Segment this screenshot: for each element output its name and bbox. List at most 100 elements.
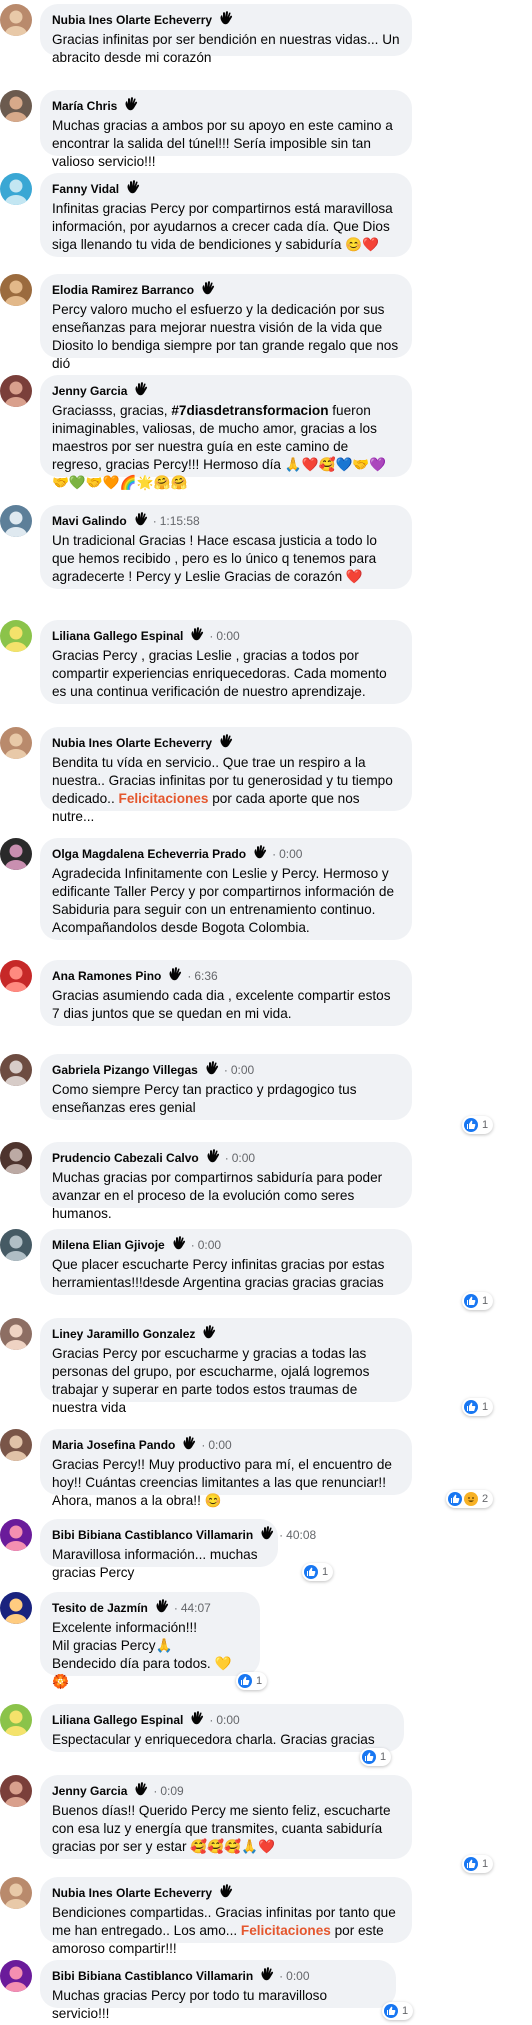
timestamp[interactable]: 0:00 xyxy=(208,1438,231,1452)
wave-badge-icon xyxy=(183,1710,205,1731)
separator-dot: · xyxy=(152,514,157,528)
comment-text: Muchas gracias a ambos por su apoyo en e… xyxy=(52,118,397,169)
timestamp[interactable]: 0:00 xyxy=(216,629,239,643)
timestamp[interactable]: 1:15:58 xyxy=(160,514,200,528)
commenter-name[interactable]: Gabriela Pizango Villegas xyxy=(52,1063,198,1077)
reaction-badge[interactable]: 1 xyxy=(302,1563,334,1581)
wave-badge-icon xyxy=(212,1883,234,1904)
commenter-name[interactable]: Tesito de Jazmín xyxy=(52,1601,148,1615)
avatar[interactable] xyxy=(0,1054,32,1086)
reaction-count: 1 xyxy=(482,1295,489,1307)
reaction-badge[interactable]: 1 xyxy=(360,1748,392,1766)
commenter-name[interactable]: Jenny Garcia xyxy=(52,1784,127,1798)
avatar[interactable] xyxy=(0,90,32,122)
avatar[interactable] xyxy=(0,505,32,537)
separator-dot: · xyxy=(272,847,277,861)
timestamp[interactable]: 40:08 xyxy=(286,1528,316,1542)
reaction-badge[interactable]: 1 xyxy=(462,1116,494,1134)
separator-dot: · xyxy=(187,969,192,983)
commenter-name[interactable]: Liliana Gallego Espinal xyxy=(52,1713,183,1727)
commenter-name[interactable]: Jenny Garcia xyxy=(52,384,127,398)
comment-text: Buenos días!! Querido Percy me siento fe… xyxy=(52,1803,395,1854)
reaction-badge[interactable]: 2 xyxy=(446,1490,494,1508)
commenter-name[interactable]: Nubia Ines Olarte Echeverry xyxy=(52,736,212,750)
avatar[interactable] xyxy=(0,1429,32,1461)
avatar[interactable] xyxy=(0,620,32,652)
commenter-name[interactable]: María Chris xyxy=(52,99,117,113)
reaction-count: 1 xyxy=(380,1751,387,1763)
separator-dot: · xyxy=(279,1528,284,1542)
commenter-name[interactable]: Fanny Vidal xyxy=(52,182,119,196)
avatar[interactable] xyxy=(0,1877,32,1909)
timestamp[interactable]: 44:07 xyxy=(181,1601,211,1615)
comment-text: Muchas gracias por compartirnos sabidurí… xyxy=(52,1170,386,1221)
avatar[interactable] xyxy=(0,1592,32,1624)
reaction-badge[interactable]: 1 xyxy=(382,2002,414,2020)
timestamp[interactable]: 0:00 xyxy=(232,1151,255,1165)
timestamp[interactable]: 0:00 xyxy=(198,1238,221,1252)
comment-bubble: Nubia Ines Olarte Echeverry Bendita tu v… xyxy=(40,727,412,824)
like-icon xyxy=(304,1565,318,1579)
comment-bubble: Gabriela Pizango Villegas · 0:00 Como sie… xyxy=(40,1054,412,1120)
commenter-name[interactable]: Ana Ramones Pino xyxy=(52,969,161,983)
comment-text: Graciasss, gracias, #7diasdetransformaci… xyxy=(52,403,387,490)
commenter-name[interactable]: Olga Magdalena Echeverria Prado xyxy=(52,847,246,861)
comment-text: Como siempre Percy tan practico y prdago… xyxy=(52,1082,361,1115)
wave-badge-icon xyxy=(119,179,141,200)
comment-bubble: María Chris Muchas gracias a ambos por s… xyxy=(40,90,412,169)
wave-badge-icon xyxy=(253,1525,275,1546)
separator-dot: · xyxy=(279,1969,284,1983)
commenter-name[interactable]: Liliana Gallego Espinal xyxy=(52,629,183,643)
commenter-name[interactable]: Nubia Ines Olarte Echeverry xyxy=(52,1886,212,1900)
avatar[interactable] xyxy=(0,1704,32,1736)
comment-bubble: Jenny Garcia Graciasss, gracias, #7diasd… xyxy=(40,375,412,490)
avatar[interactable] xyxy=(0,1229,32,1261)
avatar[interactable] xyxy=(0,1142,32,1174)
hashtag-link[interactable]: #7diasdetransformacion xyxy=(171,403,328,418)
timestamp[interactable]: 0:09 xyxy=(160,1784,183,1798)
avatar[interactable] xyxy=(0,1960,32,1992)
highlight-word: Felicitaciones xyxy=(240,1923,331,1938)
comment-text: Gracias Percy , gracias Leslie , gracias… xyxy=(52,648,391,699)
timestamp[interactable]: 0:00 xyxy=(286,1969,309,1983)
commenter-name[interactable]: Milena Elian Gjivoje xyxy=(52,1238,165,1252)
separator-dot: · xyxy=(201,1438,206,1452)
avatar[interactable] xyxy=(0,1519,32,1551)
commenter-name[interactable]: Bibi Bibiana Castiblanco Villamarin xyxy=(52,1969,253,1983)
commenter-name[interactable]: Prudencio Cabezali Calvo xyxy=(52,1151,199,1165)
avatar[interactable] xyxy=(0,1775,32,1807)
comment-text: Infinitas gracias Percy por compartirnos… xyxy=(52,201,397,252)
like-icon xyxy=(464,1118,478,1132)
separator-dot: · xyxy=(173,1601,178,1615)
avatar[interactable] xyxy=(0,838,32,870)
avatar[interactable] xyxy=(0,1318,32,1350)
commenter-name[interactable]: Mavi Galindo xyxy=(52,514,127,528)
comment-bubble: Liney Jaramillo Gonzalez Gracias Percy p… xyxy=(40,1318,412,1415)
reaction-badge[interactable]: 1 xyxy=(462,1398,494,1416)
reaction-badge[interactable]: 1 xyxy=(462,1855,494,1873)
avatar[interactable] xyxy=(0,375,32,407)
comment-text: Bendita tu vída en servicio.. Que trae u… xyxy=(52,755,397,824)
timestamp[interactable]: 0:00 xyxy=(279,847,302,861)
timestamp[interactable]: 0:00 xyxy=(231,1063,254,1077)
commenter-name[interactable]: Liney Jaramillo Gonzalez xyxy=(52,1327,195,1341)
wave-badge-icon xyxy=(212,733,234,754)
reaction-badge[interactable]: 1 xyxy=(236,1672,268,1690)
like-icon xyxy=(238,1674,252,1688)
avatar[interactable] xyxy=(0,960,32,992)
commenter-name[interactable]: Bibi Bibiana Castiblanco Villamarin xyxy=(52,1528,253,1542)
avatar[interactable] xyxy=(0,274,32,306)
avatar[interactable] xyxy=(0,4,32,36)
commenter-name[interactable]: Nubia Ines Olarte Echeverry xyxy=(52,13,212,27)
timestamp[interactable]: 0:00 xyxy=(216,1713,239,1727)
timestamp[interactable]: 6:36 xyxy=(194,969,217,983)
separator-dot: · xyxy=(224,1151,229,1165)
reaction-badge[interactable]: 1 xyxy=(462,1292,494,1310)
avatar[interactable] xyxy=(0,727,32,759)
reaction-count: 1 xyxy=(482,1119,489,1131)
wave-badge-icon xyxy=(161,966,183,987)
commenter-name[interactable]: Maria Josefina Pando xyxy=(52,1438,175,1452)
avatar[interactable] xyxy=(0,173,32,205)
comment-bubble: Liliana Gallego Espinal · 0:00 Espectacul… xyxy=(40,1704,404,1752)
commenter-name[interactable]: Elodia Ramirez Barranco xyxy=(52,283,194,297)
